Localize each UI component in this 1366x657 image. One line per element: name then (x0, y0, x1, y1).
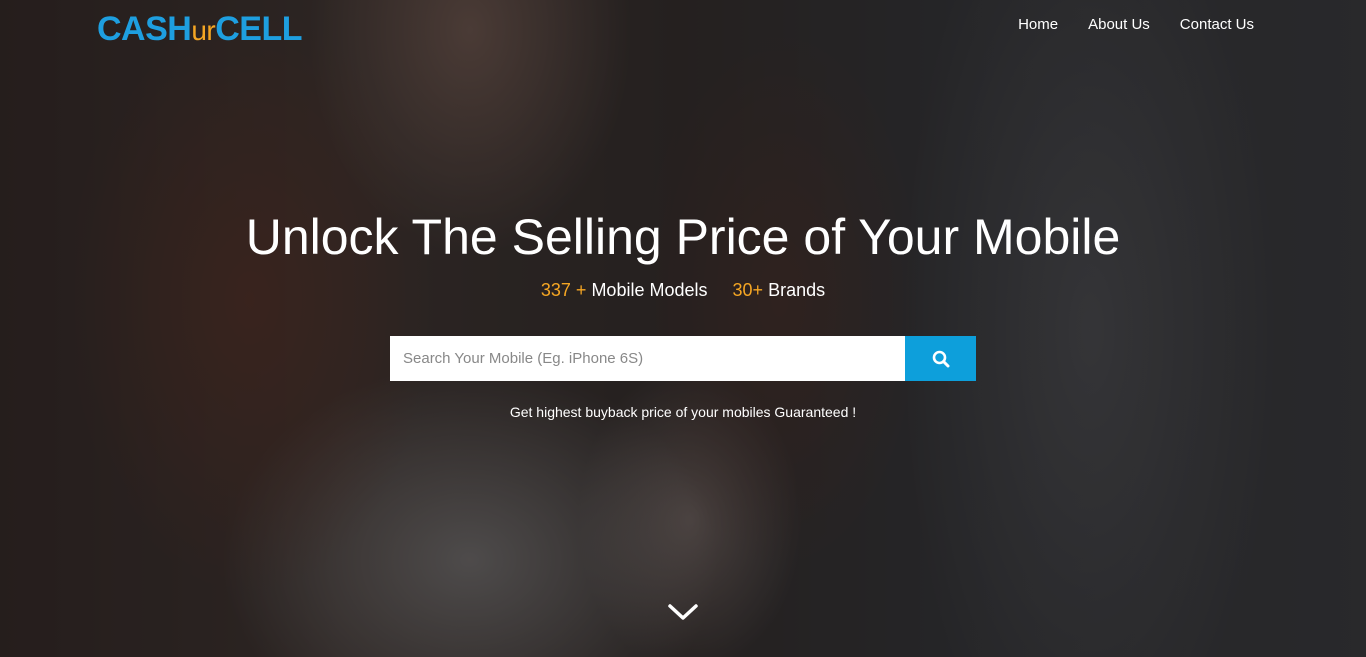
hero-section: CASHurCELL Home About Us Contact Us Unlo… (0, 0, 1366, 657)
models-stat: 337 + Mobile Models (541, 280, 713, 300)
logo-part-cash: CASH (97, 10, 192, 48)
logo-part-cell: CELL (215, 10, 303, 48)
hero-tagline: Get highest buyback price of your mobile… (509, 404, 857, 420)
brands-label: Brands (768, 280, 826, 300)
logo[interactable]: CASHurCELL (97, 10, 303, 49)
brands-count: 30+ (732, 280, 764, 300)
models-count: 337 + (540, 280, 587, 300)
main-nav: Home About Us Contact Us (1018, 16, 1254, 33)
nav-contact-link[interactable]: Contact Us (1180, 16, 1254, 33)
search-input[interactable] (390, 336, 905, 381)
brands-stat: 30+ Brands (733, 280, 826, 300)
hero-content: CASHurCELL Home About Us Contact Us Unlo… (0, 0, 1366, 657)
hero-headline: Unlock The Selling Price of Your Mobile (245, 209, 1121, 265)
stats-line: 337 + Mobile Models 30+ Brands (0, 280, 1366, 301)
search-icon (932, 350, 949, 367)
search-button[interactable] (905, 336, 976, 381)
models-label: Mobile Models (591, 280, 708, 300)
scroll-down-button[interactable] (666, 600, 700, 624)
nav-home-link[interactable]: Home (1018, 16, 1058, 33)
logo-part-ur: ur (191, 15, 216, 46)
search-bar (390, 336, 976, 381)
chevron-down-icon (668, 604, 698, 620)
nav-about-link[interactable]: About Us (1088, 16, 1150, 33)
